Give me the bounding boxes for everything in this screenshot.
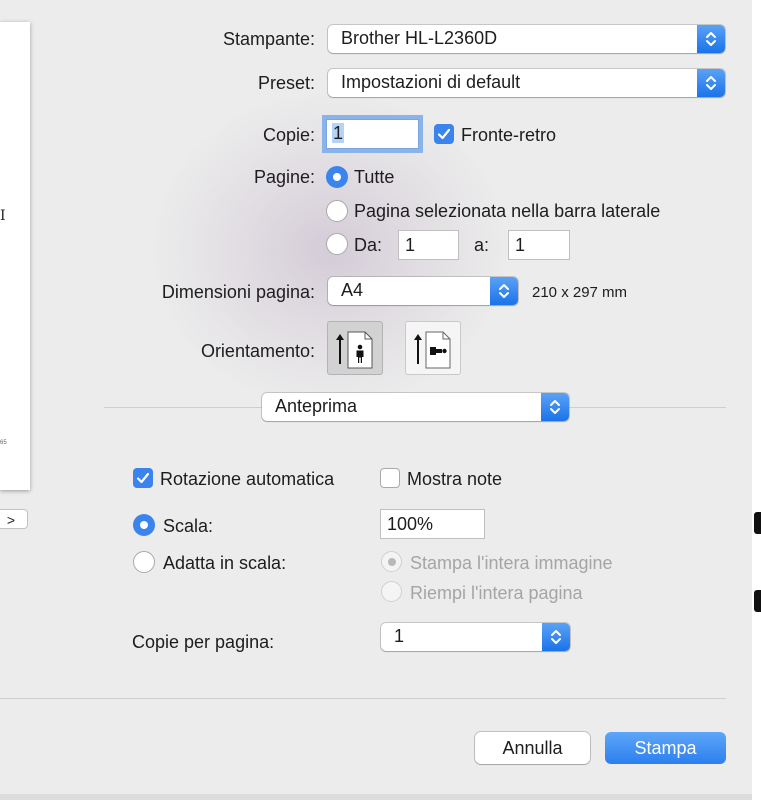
preview-page: I 65 <box>0 22 30 490</box>
copies-field[interactable]: 1 <box>326 119 419 149</box>
chevron-right-icon: > <box>6 512 16 528</box>
scale-value: 100% <box>387 514 434 534</box>
print-entire-label[interactable]: Stampa l'intera immagine <box>410 553 613 574</box>
section-value: Anteprima <box>275 396 358 416</box>
copies-value: 1 <box>332 123 345 143</box>
pages-from-field[interactable]: 1 <box>398 230 459 260</box>
scale-radio[interactable] <box>133 514 155 536</box>
printer-value: Brother HL-L2360D <box>341 28 498 48</box>
fill-page-label[interactable]: Riempi l'intera pagina <box>410 583 583 604</box>
paper-size-value: A4 <box>341 280 364 300</box>
pages-per-sheet-popup[interactable]: 1 <box>381 623 570 651</box>
pages-all-label[interactable]: Tutte <box>354 167 394 188</box>
pages-sidebar-radio[interactable] <box>326 200 348 222</box>
pages-per-sheet-value: 1 <box>394 626 405 646</box>
pages-from-value: 1 <box>405 235 416 255</box>
dialog-bottom-edge <box>0 794 752 800</box>
fit-radio[interactable] <box>133 551 155 573</box>
footer-separator <box>0 698 726 699</box>
show-notes-label[interactable]: Mostra note <box>407 469 502 490</box>
chevron-updown-icon <box>490 277 518 305</box>
show-notes-checkbox[interactable] <box>380 468 400 488</box>
pages-from-label: Da: <box>354 235 383 255</box>
pages-sidebar-label[interactable]: Pagina selezionata nella barra laterale <box>354 201 660 222</box>
pages-label: Pagine: <box>253 167 315 187</box>
print-button[interactable]: Stampa <box>605 732 726 764</box>
print-entire-radio[interactable] <box>381 551 402 572</box>
paper-dimensions: 210 x 297 mm <box>532 284 628 301</box>
scale-field[interactable]: 100% <box>380 509 485 539</box>
portrait-orientation-button[interactable] <box>327 321 383 375</box>
copies-label: Copie: <box>262 125 315 145</box>
auto-rotate-label[interactable]: Rotazione automatica <box>160 469 334 490</box>
chevron-updown-icon <box>697 69 725 97</box>
pages-to-label: a: <box>474 235 490 255</box>
checkmark-icon <box>437 128 451 140</box>
duplex-checkbox[interactable] <box>434 124 454 144</box>
paper-size-popup[interactable]: A4 <box>328 277 518 305</box>
pages-per-sheet-label: Copie per pagina: <box>132 632 275 652</box>
background-window-mark <box>754 590 761 612</box>
paper-size-label: Dimensioni pagina: <box>161 282 315 302</box>
printer-label: Stampante: <box>222 29 315 49</box>
background-window-mark <box>754 512 761 534</box>
pages-to-field[interactable]: 1 <box>508 230 570 260</box>
next-page-button[interactable]: > <box>0 509 28 529</box>
preview-text: I <box>0 208 6 224</box>
pages-to-value: 1 <box>515 235 526 255</box>
auto-rotate-checkbox[interactable] <box>133 468 153 488</box>
fit-label[interactable]: Adatta in scala: <box>163 553 286 574</box>
duplex-label[interactable]: Fronte-retro <box>461 125 556 146</box>
portrait-orientation-icon <box>336 331 373 369</box>
section-popup[interactable]: Anteprima <box>262 393 569 421</box>
chevron-updown-icon <box>542 623 570 651</box>
preview-footer-text: 65 <box>0 440 7 446</box>
preset-value: Impostazioni di default <box>341 72 521 92</box>
landscape-orientation-icon <box>414 331 451 369</box>
cancel-button[interactable]: Annulla <box>475 732 590 764</box>
preset-popup[interactable]: Impostazioni di default <box>328 69 725 97</box>
landscape-orientation-button[interactable] <box>405 321 461 375</box>
preset-label: Preset: <box>257 73 315 93</box>
checkmark-icon <box>136 472 150 484</box>
chevron-updown-icon <box>541 393 569 421</box>
scale-label[interactable]: Scala: <box>163 516 213 537</box>
pages-range-radio[interactable] <box>326 233 348 255</box>
orientation-label: Orientamento: <box>200 341 315 361</box>
background-window-edge <box>752 0 761 800</box>
printer-popup[interactable]: Brother HL-L2360D <box>328 25 725 53</box>
chevron-updown-icon <box>697 25 725 53</box>
pages-all-radio[interactable] <box>326 166 348 188</box>
fill-page-radio[interactable] <box>381 581 402 602</box>
